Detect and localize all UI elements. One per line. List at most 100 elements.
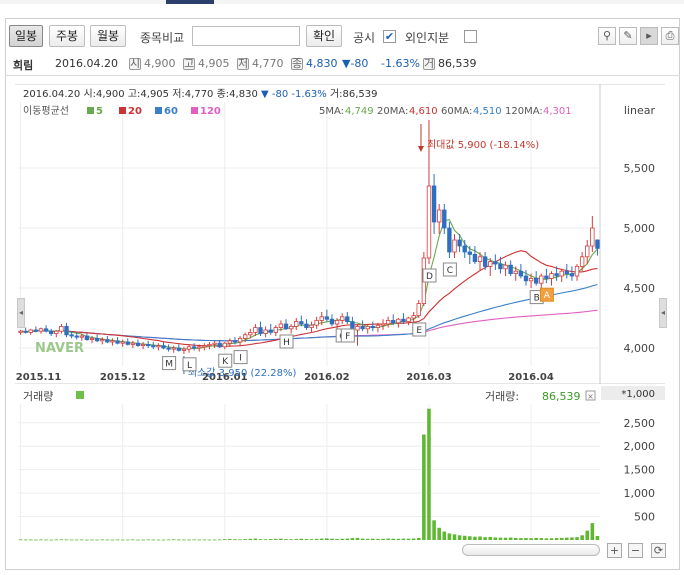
candle-up [130,342,136,345]
volume-bar [110,539,115,541]
candle-up [528,277,534,282]
volume-bar [355,537,360,540]
volume-bar [422,434,426,540]
left-collapse-handle[interactable]: ◂ [17,298,25,328]
candle-up [579,256,585,267]
volume-scale-label: *1,000 [621,389,655,400]
volume-bar [141,539,145,541]
refresh-button[interactable]: ⟳ [651,543,666,558]
volume-bar [279,538,283,540]
volume-bar [401,538,406,540]
volume-bar [28,539,33,541]
candle-down [482,256,488,267]
volume-bar [411,538,416,540]
candle-up [585,245,590,258]
foreign-checkbox[interactable] [464,30,477,43]
cursor-tool-icon[interactable]: ▸ [640,27,658,45]
volume-bar [161,539,166,541]
candle-up [559,270,564,277]
event-marker-label: B [534,294,540,304]
volume-bar [294,538,299,540]
candle-down [493,261,498,265]
volume-icon: 거 [423,57,435,70]
disclosure-checkbox[interactable]: ✔ [383,30,396,43]
volume-bar [539,538,544,540]
volume-bar [483,537,487,540]
print-icon[interactable]: ⎙ [661,27,679,45]
price-tick-label: 4,000 [624,342,656,355]
candle-up [574,265,580,277]
candle-down [508,264,513,274]
candle-up [100,339,105,342]
ma-legend-label: 60 [164,106,178,117]
volume-bar [54,539,59,541]
candle-up [120,341,125,344]
zoom-in-button[interactable]: + [607,543,622,558]
ma-value-label: 5MA: [319,106,344,117]
volume-bar [202,539,207,541]
candle-up [54,330,59,334]
candle-down [401,318,406,322]
candle-down [176,347,182,351]
volume-bar [233,539,237,541]
ma-legend-swatch [87,107,94,114]
candle-up [197,346,202,349]
volume-bar [524,538,528,540]
stock-chart[interactable]: 5,500 5,000 4,500 4,000 2015.11 2015.12 2016.0… [15,84,665,544]
ma-value: 4,301 [543,106,572,117]
candle-down [523,275,529,282]
chart-scrollbar[interactable] [462,544,600,556]
volume-bar [319,538,324,540]
event-marker-label: I [239,354,242,364]
event-marker-label: F [345,332,350,342]
volume-bar [120,539,125,541]
volume-bar [437,527,441,540]
volume-bar [49,539,53,541]
pin-tool-icon[interactable]: ⚲ [598,27,616,45]
right-collapse-handle[interactable]: ◂ [659,298,667,328]
volume-bar [299,538,304,540]
ma-legend-label: 20 [128,106,142,117]
volume-bar [575,537,579,540]
price-tick-label: 4,500 [624,282,656,295]
volume-bar [488,536,493,540]
monthly-button[interactable]: 월봉 [90,25,126,47]
volume-bar [585,530,590,540]
volume-bar [197,539,202,541]
top-strip-marker [166,0,214,4]
candle-up [28,329,33,333]
ma-legend-swatch [119,107,126,114]
volume-bar [468,536,472,540]
candle-up [416,303,421,317]
volume-bar [513,537,518,540]
volume-bar [187,539,191,541]
volume-bar [376,538,380,540]
event-marker-label: L [187,361,192,371]
volume-bar [478,536,482,540]
stock-name: 희림 [13,59,34,72]
pen-tool-icon[interactable]: ✎ [619,27,637,45]
info-date: 2016.04.20 [55,57,118,70]
volume-bar [559,537,564,540]
weekly-button[interactable]: 주봉 [49,25,85,47]
ma-legend-title: 이동평균선 [23,105,69,117]
compare-input[interactable] [192,26,300,46]
volume-bar [222,539,227,540]
volume-bar [442,531,447,540]
scale-label: linear [624,104,656,117]
naver-watermark: NAVER [35,341,84,356]
candle-down [161,345,166,349]
x-tick-label: 2015.11 [16,372,62,383]
candle-up [59,325,64,332]
volume-tick-label: 1,000 [624,487,656,500]
confirm-button[interactable]: 확인 [306,25,342,47]
candle-up [242,334,248,339]
daily-button[interactable]: 일봉 [9,25,43,47]
candle-down [232,340,238,343]
zoom-out-button[interactable]: − [628,543,643,558]
candle-up [110,340,115,343]
candle-down [135,342,141,347]
max-label: 최대값 5,900 (-18.14%) [427,139,539,151]
candle-up [79,335,85,338]
volume-bar [447,533,452,540]
